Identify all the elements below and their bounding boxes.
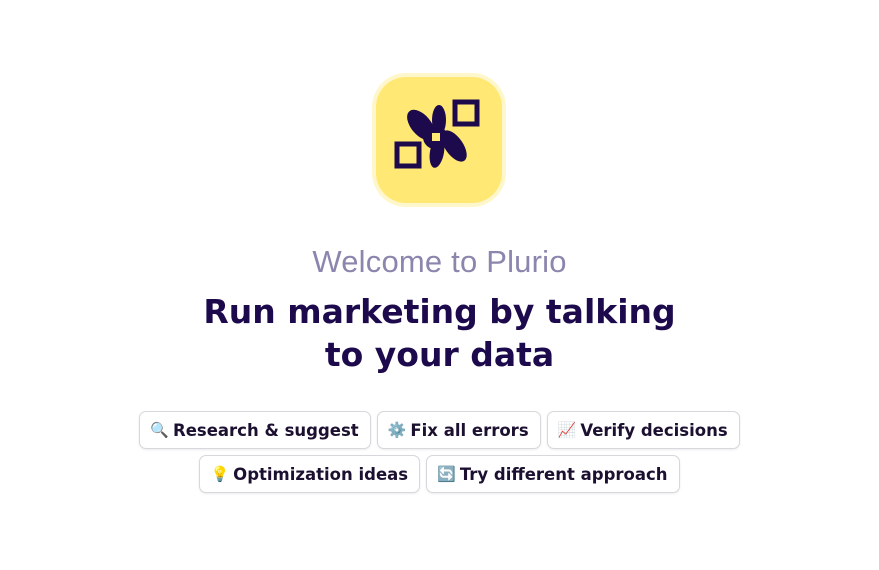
- suggestion-row-1: 🔍 Research & suggest ⚙️ Fix all errors 📈…: [0, 411, 879, 449]
- chip-label: Verify decisions: [580, 420, 728, 440]
- plurio-flower-icon: [376, 77, 502, 203]
- refresh-icon: 🔄: [437, 464, 456, 483]
- chip-label: Research & suggest: [173, 420, 359, 440]
- welcome-title: Welcome to Plurio: [312, 244, 567, 279]
- verify-decisions-button[interactable]: 📈 Verify decisions: [546, 411, 740, 449]
- chip-label: Optimization ideas: [233, 464, 409, 484]
- fix-all-errors-button[interactable]: ⚙️ Fix all errors: [376, 411, 541, 449]
- page-headline: Run marketing by talking to your data: [0, 290, 879, 376]
- gear-icon: ⚙️: [387, 420, 407, 439]
- chart-up-icon: 📈: [557, 420, 577, 439]
- suggestion-row-2: 💡 Optimization ideas 🔄 Try different app…: [0, 455, 879, 493]
- optimization-ideas-button[interactable]: 💡 Optimization ideas: [199, 455, 421, 493]
- chip-label: Fix all errors: [410, 420, 529, 440]
- research-suggest-button[interactable]: 🔍 Research & suggest: [139, 411, 371, 449]
- chip-label: Try different approach: [459, 464, 668, 484]
- lightbulb-icon: 💡: [210, 464, 230, 483]
- headline-line-2: to your data: [324, 335, 555, 374]
- app-logo: [372, 73, 506, 207]
- try-different-approach-button[interactable]: 🔄 Try different approach: [426, 455, 680, 493]
- headline-line-1: Run marketing by talking: [203, 292, 676, 331]
- magnifier-icon: 🔍: [150, 420, 169, 439]
